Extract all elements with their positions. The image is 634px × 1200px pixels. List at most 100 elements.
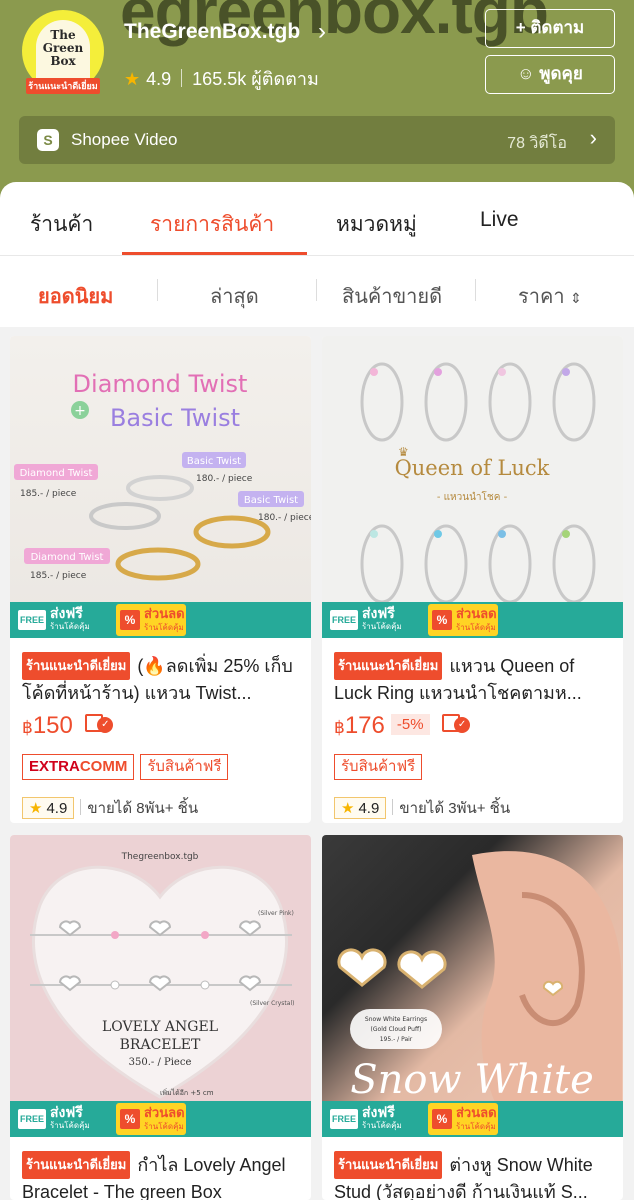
product-info: ร้านแนะนำดีเยี่ยม ต่างหู Snow White Stud… — [334, 1151, 616, 1200]
earring-left — [337, 948, 387, 987]
free-shipping-icon: FREE — [330, 610, 358, 630]
shop-name[interactable]: TheGreenBox.tgb — [124, 20, 300, 44]
rating-badge: ★ 4.9 — [334, 797, 387, 819]
currency: ฿ — [22, 718, 33, 737]
free-shipping-label: ส่งฟรี ร้านโค้ดคุ้ม — [362, 606, 402, 634]
divider — [392, 799, 394, 815]
logo-text-line: Box — [50, 54, 76, 68]
ring-silver — [126, 475, 194, 501]
sort-divider — [157, 279, 158, 301]
ring-gold — [193, 515, 271, 549]
rating-value: 4.9 — [46, 800, 68, 817]
product-card[interactable]: Snow White Earrings (Gold Cloud Puff) 19… — [322, 835, 623, 1200]
comm-text: COMM — [79, 758, 128, 775]
earring-photo: Snow White Earrings (Gold Cloud Puff) 19… — [337, 851, 622, 1137]
free-shipping-label: ส่งฟรี ร้านโค้ดคุ้ม — [50, 1105, 90, 1133]
star-icon: ★ — [124, 69, 141, 89]
voucher-icon: ✓ — [85, 712, 115, 734]
product-image: Thegreenbox.tgb (Silver Pink) (Silver Cr… — [10, 835, 311, 1137]
tab-live[interactable]: Live — [480, 208, 519, 232]
discount-label: ส่วนลด ร้านโค้ดคุ้ม — [144, 1106, 185, 1134]
ship-text: ส่งฟรี — [50, 605, 83, 621]
discount-badge: % ส่วนลด ร้านโค้ดคุ้ม — [116, 604, 186, 636]
variant-label: (Silver Crystal) — [250, 1000, 294, 1007]
ring-label: Diamond Twist — [20, 468, 93, 479]
rating-badge: ★ 4.9 — [22, 797, 75, 819]
shop-tabs-panel: ร้านค้า รายการสินค้า หมวดหมู่ Live ยอดนิ… — [0, 182, 634, 327]
free-shipping-label: ส่งฟรี ร้านโค้ดคุ้ม — [362, 1105, 402, 1133]
extra-comm-tag: EXTRACOMM — [22, 754, 135, 780]
divider — [80, 799, 82, 815]
divider — [0, 255, 634, 256]
rating-value: 4.9 — [358, 800, 380, 817]
free-shipping-icon: FREE — [18, 610, 46, 630]
sort-latest[interactable]: ล่าสุด — [210, 280, 259, 312]
star-icon: ★ — [29, 800, 43, 817]
currency: ฿ — [334, 718, 345, 737]
chat-button[interactable]: ☺ พูดคุย — [485, 55, 615, 94]
shopee-video-label: Shopee Video — [71, 130, 178, 149]
tag-text: (Gold Cloud Puff) — [371, 1026, 422, 1033]
free-gift-tag: รับสินค้าฟรี — [334, 754, 423, 780]
promo-band: FREE ส่งฟรี ร้านโค้ดคุ้ม % ส่วนลด ร้านโค้ด… — [322, 602, 623, 638]
price-row: ฿150 ✓ — [22, 712, 304, 742]
ring-label: Basic Twist — [187, 456, 241, 467]
image-subtitle: - แหวนนำโชค - — [437, 490, 508, 503]
ring-price: 185.- / piece — [30, 571, 87, 581]
rating-row: ★ 4.9 ขายได้ 8พัน+ ชิ้น — [22, 796, 304, 822]
image-price: 350.- / Piece — [129, 1057, 192, 1068]
variant-label: (Silver Pink) — [258, 910, 294, 917]
disc-text: ส่วนลด — [144, 1105, 185, 1120]
sold-count: ขายได้ 3พัน+ ชิ้น — [399, 800, 511, 817]
promo-band: FREE ส่งฟรี ร้านโค้ดคุ้ม % ส่วนลด ร้านโค้ด… — [10, 1101, 311, 1137]
shopee-video-bar[interactable]: S Shopee Video 78 วิดีโอ › — [19, 116, 615, 164]
product-info: ร้านแนะนำดีเยี่ยม แหวน Queen of Luck Rin… — [334, 652, 616, 822]
percent-icon: % — [120, 610, 140, 630]
discount-badge: % ส่วนลด ร้านโค้ดคุ้ม — [428, 1103, 498, 1135]
image-brand: Thegreenbox.tgb — [121, 852, 199, 862]
discount-label: ส่วนลดร้านโค้ดคุ้ม — [456, 607, 497, 635]
sort-divider — [316, 279, 317, 301]
rating-row: ★ 4.9 ขายได้ 3พัน+ ชิ้น — [334, 796, 616, 822]
product-card[interactable]: Diamond Twist + Basic Twist Diamond Twis… — [10, 336, 311, 823]
bracelet-illustration: Thegreenbox.tgb (Silver Pink) (Silver Cr… — [30, 852, 294, 1099]
tab-products[interactable]: รายการสินค้า — [150, 208, 274, 241]
product-info: ร้านแนะนำดีเยี่ยม (🔥ลดเพิ่ม 25% เก็บโค้ด… — [22, 652, 304, 822]
shop-header: egreenbox.tgb The Green Box ร้านแนะนำดีเ… — [0, 0, 634, 200]
plus-text: + — [74, 403, 86, 419]
preferred-badge: ร้านแนะนำดีเยี่ยม — [334, 652, 443, 680]
sort-price[interactable]: ราคา ⇕ — [518, 280, 582, 312]
image-title: BRACELET — [120, 1037, 201, 1053]
ring-label: Diamond Twist — [31, 552, 104, 563]
product-title: ร้านแนะนำดีเยี่ยม (🔥ลดเพิ่ม 25% เก็บโค้ด… — [22, 652, 304, 704]
preferred-badge: ร้านแนะนำดีเยี่ยม — [334, 1151, 443, 1179]
product-card[interactable]: Thegreenbox.tgb (Silver Pink) (Silver Cr… — [10, 835, 311, 1200]
tag-text: Snow White Earrings — [365, 1016, 427, 1023]
product-card[interactable]: ♛ Queen of Luck - แหวนนำโชค - FREE ส่งฟร… — [322, 336, 623, 823]
product-title: ร้านแนะนำดีเยี่ยม ต่างหู Snow White Stud… — [334, 1151, 616, 1200]
product-price: ฿150 — [22, 712, 73, 739]
chevron-right-icon[interactable]: › — [318, 18, 326, 46]
sort-best-selling[interactable]: สินค้าขายดี — [342, 280, 442, 312]
tab-categories[interactable]: หมวดหมู่ — [336, 208, 417, 241]
ship-subtext: ร้านโค้ดคุ้ม — [362, 1121, 402, 1130]
voucher-icon: ✓ — [442, 712, 472, 734]
disc-text: ส่วนลด — [456, 606, 497, 621]
image-title: LOVELY ANGEL — [102, 1019, 218, 1035]
follow-button[interactable]: + ติดตาม — [485, 9, 615, 48]
free-gift-tag: รับสินค้าฟรี — [140, 754, 229, 780]
shop-rating: 4.9 — [146, 69, 172, 89]
sort-popular[interactable]: ยอดนิยม — [38, 280, 113, 312]
image-title: Basic Twist — [110, 404, 240, 432]
product-price: ฿176 — [334, 712, 385, 739]
disc-subtext: ร้านโค้ดคุ้ม — [456, 1122, 496, 1131]
extra-text: EXTRA — [29, 758, 80, 775]
image-title: Diamond Twist — [73, 370, 248, 398]
tab-shop[interactable]: ร้านค้า — [30, 208, 93, 241]
shop-followers: 165.5k ผู้ติดตาม — [192, 69, 319, 89]
product-info: ร้านแนะนำดีเยี่ยม กำไล Lovely Angel Brac… — [22, 1151, 304, 1200]
sold-count: ขายได้ 8พัน+ ชิ้น — [87, 800, 199, 817]
free-shipping-icon: FREE — [330, 1109, 358, 1129]
disc-subtext: ร้านโค้ดคุ้ม — [456, 623, 496, 632]
ring-price: 180.- / piece — [258, 513, 311, 523]
